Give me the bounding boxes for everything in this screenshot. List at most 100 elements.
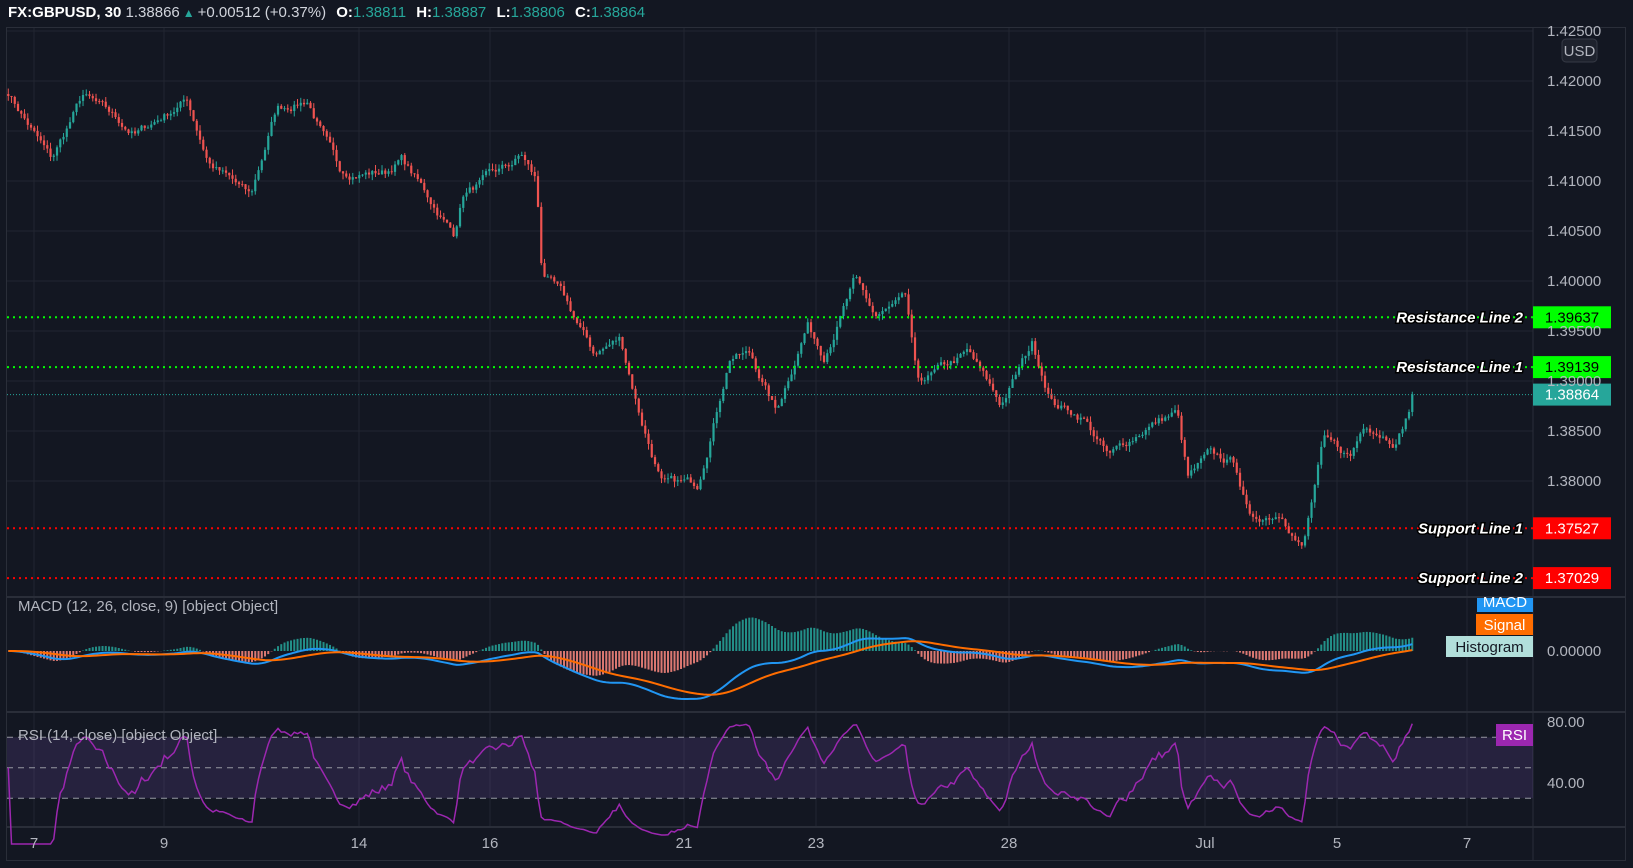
candle-body: [471, 187, 475, 190]
candle-body: [1086, 418, 1089, 422]
candle-body: [237, 182, 241, 185]
candle: [640, 408, 644, 427]
candle-body: [965, 349, 969, 352]
candle: [1264, 515, 1268, 526]
candle-body: [1004, 398, 1008, 403]
candle-body: [517, 155, 520, 159]
candle: [341, 171, 345, 180]
candle: [159, 118, 163, 122]
rsi-tick-label: 40.00: [1547, 775, 1585, 792]
candle-body: [1118, 443, 1121, 446]
candle: [1398, 433, 1401, 445]
candle-body: [254, 179, 257, 192]
candle-body: [406, 164, 410, 166]
candle: [874, 311, 878, 319]
candle: [926, 371, 930, 384]
candle: [377, 168, 380, 176]
candle: [858, 276, 861, 285]
candle: [985, 369, 988, 381]
candle-body: [371, 170, 374, 175]
candle: [247, 185, 250, 198]
candle: [189, 98, 192, 117]
time-tick-label: 14: [351, 835, 368, 852]
candle: [1401, 426, 1404, 437]
candle: [917, 358, 920, 382]
candle: [1076, 413, 1079, 424]
candle-body: [705, 457, 709, 469]
candle: [322, 125, 325, 136]
candle-body: [715, 412, 718, 424]
candle-body: [273, 114, 276, 122]
candle-body: [1069, 410, 1073, 415]
candle-body: [432, 204, 436, 208]
candle-body: [1147, 426, 1151, 431]
candle: [962, 350, 965, 357]
candle: [800, 341, 803, 358]
candle: [65, 125, 68, 142]
candle: [897, 292, 900, 305]
candle-body: [650, 443, 653, 458]
candle: [790, 369, 793, 382]
candle: [179, 100, 182, 112]
candle: [10, 95, 13, 103]
candle-body: [1391, 443, 1394, 448]
candle-body: [364, 172, 367, 175]
candle-body: [969, 349, 972, 353]
candle: [1407, 409, 1411, 421]
candle: [72, 110, 75, 124]
candle-body: [322, 126, 325, 132]
candle: [354, 177, 358, 179]
candle: [267, 132, 270, 155]
candle: [172, 107, 176, 117]
candle-body: [546, 276, 549, 278]
candle: [1385, 435, 1388, 441]
candle-body: [1196, 462, 1199, 469]
chart-canvas[interactable]: 1.38864Resistance Line 2 1.39637Resistanc…: [0, 0, 1633, 868]
candle: [904, 292, 907, 297]
candle: [380, 165, 384, 176]
candle: [1381, 431, 1385, 439]
candle: [166, 113, 169, 120]
candle: [1014, 371, 1017, 380]
candle: [169, 110, 172, 121]
candle: [1040, 362, 1043, 382]
candle-body: [42, 140, 46, 146]
candle: [221, 167, 224, 175]
candle-body: [442, 216, 445, 220]
candle-body: [1053, 398, 1056, 406]
candle-body: [618, 336, 621, 341]
candle-body: [78, 100, 81, 104]
candle-body: [660, 471, 663, 479]
candle-body: [1242, 486, 1245, 495]
rsi-title[interactable]: RSI (14, close) [object Object]: [18, 727, 217, 744]
candle: [1118, 440, 1121, 451]
candle-body: [315, 118, 319, 122]
candle-body: [1154, 422, 1157, 424]
candle: [1004, 393, 1008, 407]
candle: [1238, 468, 1242, 491]
candle-body: [494, 169, 497, 172]
candle: [1060, 401, 1063, 411]
candle-body: [962, 351, 965, 354]
candle-body: [1385, 436, 1388, 441]
candle: [403, 153, 406, 171]
candle-body: [390, 171, 393, 173]
candle: [1329, 432, 1333, 443]
candle-body: [1281, 517, 1284, 520]
candle: [1229, 455, 1232, 463]
candle: [910, 309, 913, 343]
candle-body: [335, 149, 338, 162]
candle: [1300, 542, 1303, 549]
candle-body: [13, 97, 16, 104]
support-price-label: 1.37527: [1545, 520, 1599, 537]
candle: [335, 145, 338, 167]
candle-body: [1186, 456, 1190, 476]
candle-body: [150, 124, 153, 128]
macd-title[interactable]: MACD (12, 26, close, 9) [object Object]: [18, 598, 278, 615]
candle: [16, 101, 20, 112]
candle: [1121, 438, 1125, 448]
candle: [549, 274, 553, 280]
candle: [845, 298, 848, 310]
candle-body: [572, 311, 575, 318]
candle-body: [39, 136, 42, 141]
